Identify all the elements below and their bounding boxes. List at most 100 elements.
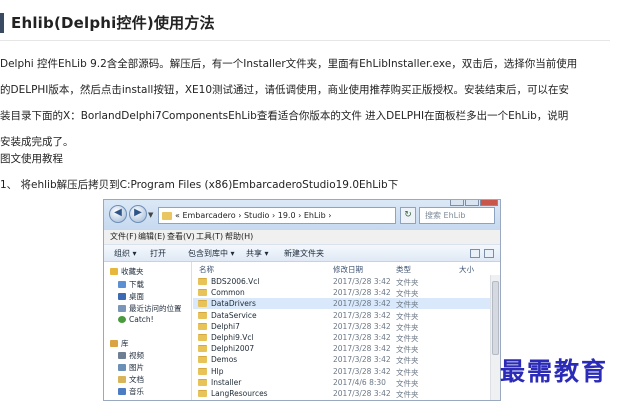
title-accent-bar (0, 13, 4, 33)
menu-file[interactable]: 文件(F) (110, 230, 137, 244)
folder-icon (198, 278, 207, 285)
nav-item-libraries[interactable]: 库 (110, 338, 129, 349)
file-date: 2017/3/28 3:42 (333, 366, 391, 376)
paragraph-line: 安装成完成了。 (0, 136, 74, 148)
file-type: 文件夹 (396, 390, 419, 399)
article-paragraph: Delphi 控件EhLib 9.2含全部源码。解压后，有一个Installer… (0, 51, 610, 155)
nav-item-downloads[interactable]: 下载 (118, 279, 144, 290)
file-row[interactable]: BDS2006.Vcl 2017/3/28 3:42 文件夹 (193, 276, 490, 287)
folder-icon (198, 345, 207, 353)
section-label: 图文使用教程 (0, 153, 63, 165)
file-name: LangResources (211, 389, 268, 398)
article-title: Ehlib(Delphi控件)使用方法 (11, 14, 215, 32)
file-name: DataDrivers (211, 299, 256, 309)
command-toolbar: 组织 ▾ 打开 包含到库中 ▾ 共享 ▾ 新建文件夹 (104, 244, 500, 262)
folder-icon (198, 367, 207, 375)
file-row[interactable]: Hlp 2017/3/28 3:42 文件夹 (193, 366, 490, 377)
folder-icon (198, 356, 207, 364)
nav-item-favorites[interactable]: 收藏夹 (110, 266, 144, 277)
library-icon (110, 340, 118, 347)
column-header-type[interactable]: 类型 (396, 264, 411, 275)
menu-help[interactable]: 帮助(H) (225, 230, 253, 244)
documents-icon (118, 376, 126, 383)
file-name: Delphi2007 (211, 344, 255, 354)
search-placeholder: 搜索 EhLib (425, 211, 466, 220)
organize-button[interactable]: 组织 ▾ (114, 245, 137, 262)
article-title-bar: Ehlib(Delphi控件)使用方法 (0, 0, 624, 46)
menu-tools[interactable]: 工具(T) (196, 230, 223, 244)
file-row[interactable]: Delphi7 2017/3/28 3:42 文件夹 (193, 321, 490, 332)
file-row[interactable]: DataDrivers 2017/3/28 3:42 文件夹 (193, 298, 490, 310)
folder-icon (198, 378, 207, 386)
file-name: Demos (211, 355, 238, 365)
navigation-pane: 收藏夹 下载 桌面 最近访问的位置 Catch! 库 视频 图片 文档 音乐 (104, 262, 192, 400)
paragraph-line: 的DELPHI版本，然后点击install按钮，XE10测试通过，请低调使用，商… (0, 84, 570, 96)
file-name: Delphi7 (211, 321, 240, 331)
column-headers: 名称 修改日期 类型 大小 (193, 262, 500, 275)
step-1-text: 1、 将ehlib解压后拷贝到C:Program Files (x86)Emba… (0, 179, 399, 191)
refresh-button[interactable]: ↻ (400, 207, 416, 224)
folder-icon (198, 300, 207, 308)
explorer-chrome: ◀ ▶ ▼ « Embarcadero › Studio › 19.0 › Eh… (104, 200, 500, 230)
menu-edit[interactable]: 编辑(E) (138, 230, 165, 244)
help-icon[interactable] (484, 249, 494, 258)
arrow-left-icon: ◀ (114, 207, 122, 218)
nav-item-music[interactable]: 音乐 (118, 386, 144, 397)
close-button[interactable] (480, 200, 498, 206)
desktop-icon (118, 293, 126, 300)
file-date: 2017/3/28 3:42 (333, 288, 391, 298)
open-button[interactable]: 打开 (150, 245, 166, 262)
vertical-scrollbar[interactable] (490, 275, 500, 400)
folder-icon (162, 212, 172, 220)
chevron-down-icon[interactable]: ▼ (148, 211, 156, 219)
include-in-library-button[interactable]: 包含到库中 ▾ (188, 245, 235, 262)
file-date: 2017/3/28 3:42 (333, 321, 391, 331)
download-folder-icon (118, 281, 126, 288)
explorer-window-screenshot: ◀ ▶ ▼ « Embarcadero › Studio › 19.0 › Eh… (103, 199, 501, 401)
nav-item-desktop[interactable]: 桌面 (118, 291, 144, 302)
window-controls (449, 200, 498, 206)
file-row[interactable]: Delphi2007 2017/3/28 3:42 文件夹 (193, 343, 490, 354)
file-date: 2017/3/28 3:42 (333, 299, 391, 309)
watermark-text: 最需教育 (500, 357, 609, 386)
minimize-button[interactable] (450, 200, 464, 206)
pictures-icon (118, 364, 126, 371)
view-options-icon[interactable] (470, 249, 480, 258)
forward-button[interactable]: ▶ (129, 205, 147, 223)
file-row[interactable]: Delphi9.Vcl 2017/3/28 3:42 文件夹 (193, 332, 490, 343)
share-button[interactable]: 共享 ▾ (246, 245, 269, 262)
new-folder-button[interactable]: 新建文件夹 (284, 245, 324, 262)
scrollbar-thumb[interactable] (492, 281, 499, 355)
file-name: DataService (211, 310, 257, 320)
folder-icon (198, 322, 207, 330)
file-row[interactable]: DataService 2017/3/28 3:42 文件夹 (193, 310, 490, 321)
file-date: 2017/3/28 3:42 (333, 355, 391, 365)
search-input[interactable]: 搜索 EhLib (419, 207, 495, 224)
column-header-size[interactable]: 大小 (459, 264, 474, 275)
nav-item-videos[interactable]: 视频 (118, 350, 144, 361)
column-header-name[interactable]: 名称 (199, 264, 214, 275)
file-date: 2017/3/28 3:42 (333, 344, 391, 354)
back-button[interactable]: ◀ (109, 205, 127, 223)
file-row[interactable]: LangResources 2017/3/28 3:42 文件夹 (193, 388, 490, 399)
address-bar[interactable]: « Embarcadero › Studio › 19.0 › EhLib › (158, 207, 396, 224)
column-header-date[interactable]: 修改日期 (333, 264, 363, 275)
nav-item-recent[interactable]: 最近访问的位置 (118, 303, 182, 314)
nav-item-documents[interactable]: 文档 (118, 374, 144, 385)
paragraph-line: Delphi 控件EhLib 9.2含全部源码。解压后，有一个Installer… (0, 58, 578, 70)
nav-item-pictures[interactable]: 图片 (118, 362, 144, 373)
file-date: 2017/3/28 3:42 (333, 333, 391, 342)
maximize-button[interactable] (465, 200, 479, 206)
menu-view[interactable]: 查看(V) (167, 230, 195, 244)
file-row[interactable]: Demos 2017/3/28 3:42 文件夹 (193, 354, 490, 365)
address-path: « Embarcadero › Studio › 19.0 › EhLib › (175, 211, 332, 220)
file-row[interactable]: Installer 2017/4/6 8:30 文件夹 (193, 377, 490, 388)
nav-item-catch[interactable]: Catch! (118, 315, 154, 324)
folder-icon (198, 289, 207, 297)
file-name: Hlp (211, 366, 224, 376)
catch-app-icon (118, 316, 126, 323)
file-name: Delphi9.Vcl (211, 333, 254, 342)
file-name: Common (211, 288, 245, 298)
file-row[interactable]: Common 2017/3/28 3:42 文件夹 (193, 287, 490, 298)
file-name: Installer (211, 377, 242, 387)
